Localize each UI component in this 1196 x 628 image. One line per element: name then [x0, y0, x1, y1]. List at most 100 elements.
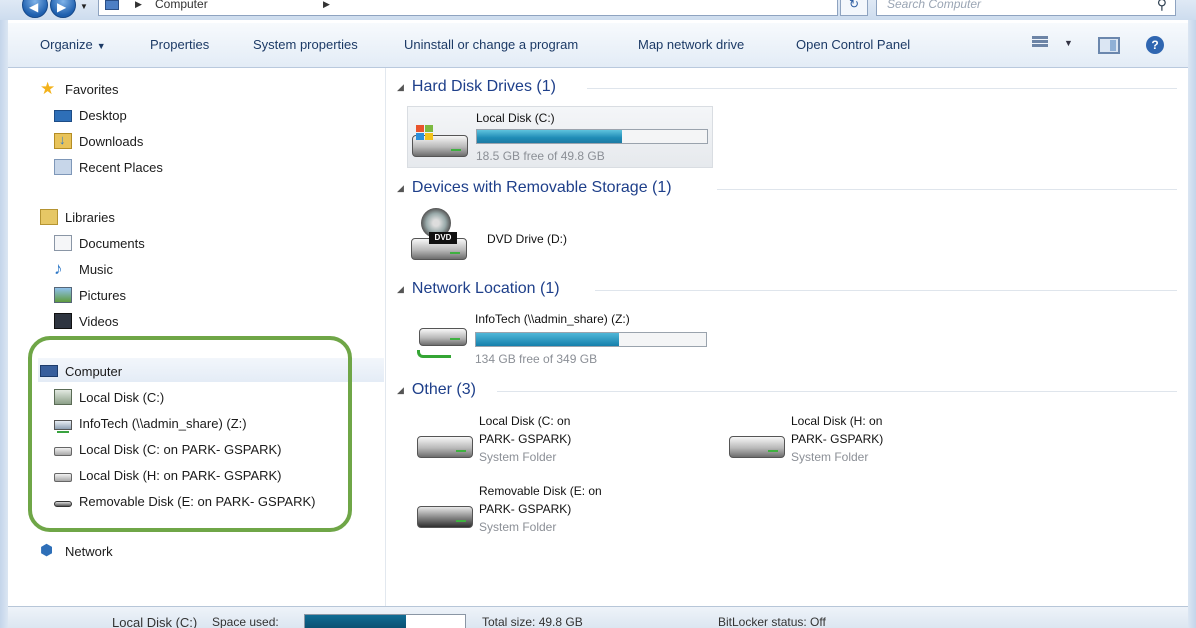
nav-favorites[interactable]: ★ Favorites — [40, 78, 118, 100]
address-field[interactable]: ▶ Computer ▶ ▼ — [98, 0, 930, 16]
organize-label: Organize — [40, 37, 93, 52]
nav-local-disk-c-park[interactable]: Local Disk (C: on PARK- GSPARK) — [54, 438, 282, 460]
libraries-folder-icon — [40, 209, 58, 225]
nav-pictures[interactable]: Pictures — [54, 284, 126, 306]
collapse-triangle-icon[interactable]: ◢ — [397, 385, 404, 396]
nav-desktop[interactable]: Desktop — [54, 104, 127, 126]
documents-icon — [54, 235, 72, 251]
nav-computer-label: Computer — [65, 363, 123, 379]
nav-computer[interactable]: Computer — [40, 360, 122, 382]
nav-infotech-z[interactable]: InfoTech (\\admin_share) (Z:) — [54, 412, 247, 434]
nav-libraries[interactable]: Libraries — [40, 206, 115, 228]
nav-documents-label: Documents — [79, 235, 145, 251]
nav-desktop-label: Desktop — [79, 107, 127, 123]
command-bar: Organize ▼ Properties System properties U… — [8, 22, 1188, 68]
properties-button[interactable]: Properties — [150, 37, 209, 52]
folder-tile-removable-disk-e-park[interactable]: Removable Disk (E: on PARK- GSPARK) Syst… — [411, 482, 661, 538]
network-drive-icon — [419, 328, 467, 346]
breadcrumb-separator-icon[interactable]: ▶ — [135, 0, 142, 10]
nav-documents[interactable]: Documents — [54, 232, 145, 254]
details-drive-name: Local Disk (C:) — [112, 615, 198, 628]
group-netloc-label: Network Location (1) — [411, 280, 560, 297]
nav-local-disk-c-label: Local Disk (C:) — [79, 389, 165, 405]
preview-pane-icon[interactable] — [1098, 37, 1120, 54]
search-placeholder: Search Computer — [887, 0, 982, 11]
nav-local-disk-c-park-label: Local Disk (C: on PARK- GSPARK) — [79, 441, 282, 457]
nav-local-disk-c[interactable]: Local Disk (C:) — [54, 386, 164, 408]
arrow-left-icon: ◀ — [29, 0, 39, 14]
collapse-triangle-icon[interactable]: ◢ — [397, 284, 404, 295]
collapse-triangle-icon[interactable]: ◢ — [397, 82, 404, 93]
drive-dvd-name: DVD Drive (D:) — [487, 232, 567, 246]
system-properties-button[interactable]: System properties — [253, 37, 358, 52]
folder-tile-local-disk-h-park[interactable]: Local Disk (H: on PARK- GSPARK) System F… — [723, 412, 973, 468]
content-pane: ◢ Hard Disk Drives (1) Local Disk (C:) 1… — [387, 68, 1188, 606]
other-h-park-type: System Folder — [791, 450, 869, 464]
nav-recent-places[interactable]: Recent Places — [54, 156, 163, 178]
folder-tile-local-disk-c-park[interactable]: Local Disk (C: on PARK- GSPARK) System F… — [411, 412, 661, 468]
nav-network[interactable]: ⬢ Network — [40, 540, 113, 562]
back-button[interactable]: ◀ — [22, 0, 48, 18]
drive-z-name: InfoTech (\\admin_share) (Z:) — [475, 312, 630, 326]
star-icon: ★ — [40, 79, 56, 98]
forward-button[interactable]: ▶ — [50, 0, 76, 18]
group-header-hard-disk-drives[interactable]: ◢ Hard Disk Drives (1) — [397, 78, 556, 96]
map-network-drive-button[interactable]: Map network drive — [638, 37, 744, 52]
arrow-right-icon: ▶ — [57, 0, 67, 14]
change-view-icon[interactable] — [1032, 35, 1050, 51]
drive-tile-infotech-z[interactable]: InfoTech (\\admin_share) (Z:) 134 GB fre… — [407, 308, 713, 370]
drive-z-capacity-bar — [475, 332, 707, 347]
window-frame-left — [0, 20, 8, 628]
drive-tile-local-disk-c[interactable]: Local Disk (C:) 18.5 GB free of 49.8 GB — [407, 106, 713, 168]
group-header-network-location[interactable]: ◢ Network Location (1) — [397, 280, 560, 298]
network-cable-icon — [417, 350, 451, 358]
local-disk-icon — [54, 389, 72, 405]
view-options-dropdown[interactable]: ▼ — [1064, 38, 1073, 48]
group-hdd-label: Hard Disk Drives (1) — [411, 78, 556, 95]
computer-icon — [40, 365, 58, 377]
search-input[interactable]: Search Computer ⚲ — [876, 0, 1176, 16]
drive-icon — [54, 447, 72, 456]
group-divider — [587, 88, 1177, 89]
organize-button[interactable]: Organize ▼ — [40, 37, 106, 52]
nav-videos-label: Videos — [79, 313, 119, 329]
recent-places-icon — [54, 159, 72, 175]
window-frame-right — [1188, 20, 1196, 628]
nav-music-label: Music — [79, 261, 113, 277]
recent-pages-dropdown[interactable]: ▼ — [80, 2, 88, 11]
address-bar: ◀ ▶ ▼ ▶ Computer ▶ ▼ ↻ Search Computer ⚲ — [0, 0, 1196, 20]
other-e-park-line2: PARK- GSPARK) — [479, 502, 572, 516]
drive-z-free-space: 134 GB free of 349 GB — [475, 352, 598, 366]
other-h-park-line1: Local Disk (H: on — [791, 414, 883, 428]
details-pane: Local Disk (C:) Space used: Total size: … — [8, 606, 1188, 628]
drive-c-name: Local Disk (C:) — [476, 111, 555, 125]
search-icon[interactable]: ⚲ — [1157, 0, 1167, 13]
drive-tile-dvd-d[interactable]: DVD DVD Drive (D:) — [407, 208, 667, 270]
nav-removable-disk-e-park[interactable]: Removable Disk (E: on PARK- GSPARK) — [54, 490, 315, 512]
other-h-park-line2: PARK- GSPARK) — [791, 432, 884, 446]
refresh-icon: ↻ — [848, 0, 860, 11]
nav-local-disk-h-park[interactable]: Local Disk (H: on PARK- GSPARK) — [54, 464, 282, 486]
breadcrumb-chevron-icon[interactable]: ▶ — [323, 0, 330, 10]
other-e-park-type: System Folder — [479, 520, 557, 534]
network-drive-icon — [54, 419, 72, 433]
other-c-park-type: System Folder — [479, 450, 557, 464]
nav-infotech-label: InfoTech (\\admin_share) (Z:) — [79, 415, 247, 431]
refresh-button[interactable]: ↻ — [840, 0, 868, 16]
group-removable-label: Devices with Removable Storage (1) — [411, 179, 672, 196]
help-icon[interactable]: ? — [1146, 36, 1164, 54]
breadcrumb-computer[interactable]: Computer — [155, 0, 208, 11]
group-header-other[interactable]: ◢ Other (3) — [397, 381, 476, 399]
nav-music[interactable]: ♪ Music — [54, 258, 113, 280]
group-header-removable-storage[interactable]: ◢ Devices with Removable Storage (1) — [397, 179, 672, 197]
drive-icon — [54, 473, 72, 482]
open-control-panel-button[interactable]: Open Control Panel — [796, 37, 910, 52]
collapse-triangle-icon[interactable]: ◢ — [397, 183, 404, 194]
uninstall-program-button[interactable]: Uninstall or change a program — [404, 37, 578, 52]
nav-downloads[interactable]: Downloads — [54, 130, 143, 152]
downloads-folder-icon — [54, 132, 72, 149]
removable-disk-icon — [417, 506, 473, 528]
nav-videos[interactable]: Videos — [54, 310, 119, 332]
drive-c-free-space: 18.5 GB free of 49.8 GB — [476, 149, 605, 163]
drive-icon — [417, 436, 473, 458]
